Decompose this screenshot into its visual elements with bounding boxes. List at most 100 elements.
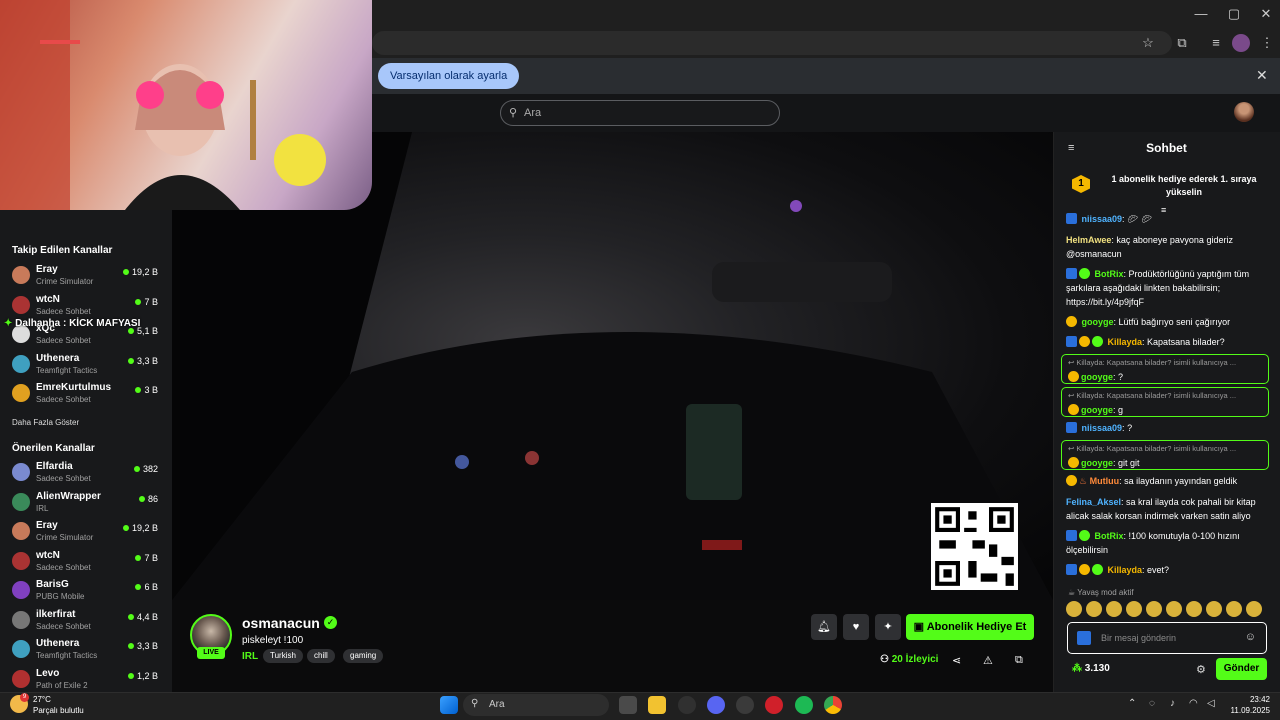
emote-icon[interactable] <box>1186 601 1202 617</box>
system-clock[interactable]: 23:42 11.09.2025 <box>1226 694 1270 716</box>
chat-username[interactable]: Killayda <box>1108 337 1143 347</box>
chrome-icon[interactable] <box>824 696 842 714</box>
channel-viewers: 3,3 B <box>127 641 158 651</box>
emote-icon[interactable] <box>1066 601 1082 617</box>
steam-icon[interactable] <box>678 696 696 714</box>
sub-badge-icon <box>1066 268 1077 279</box>
sub-badge-icon <box>1066 564 1077 575</box>
chat-username[interactable]: gooyge <box>1081 372 1113 382</box>
chat-username[interactable]: Felina_Aksel <box>1066 497 1121 507</box>
sparkle-button-icon[interactable]: ✦ <box>875 614 901 640</box>
app-tray-icon[interactable]: ◌ <box>1149 698 1155 709</box>
close-window-icon[interactable]: ✕ <box>1258 6 1274 22</box>
live-dot-icon <box>122 525 129 531</box>
channel-name: ilkerfirat <box>36 608 76 620</box>
emote-icon[interactable] <box>1166 601 1182 617</box>
emote-icon[interactable] <box>1146 601 1162 617</box>
microphone-icon[interactable]: ♪ <box>1170 698 1175 709</box>
pinned-gift-banner[interactable]: 1 1 abonelik hediye ederek 1. sıraya yük… <box>1060 164 1272 210</box>
set-default-button[interactable]: Varsayılan olarak ayarla <box>378 63 520 89</box>
show-more-link[interactable]: Daha Fazla Göster <box>12 418 79 427</box>
browser-menu-icon[interactable]: ⋮ <box>1258 34 1276 52</box>
sidebar-channel[interactable]: AlienWrapper IRL 86 <box>12 491 162 519</box>
weather-widget[interactable]: 27°C Parçalı bulutlu <box>33 694 84 716</box>
stream-tag[interactable]: chill <box>307 649 335 663</box>
task-view-icon[interactable] <box>619 696 637 714</box>
sidebar-channel[interactable]: Eray Crime Simulator 19,2 B <box>12 264 162 292</box>
wifi-icon[interactable]: ◠ <box>1189 698 1198 709</box>
notification-bell-icon[interactable]: 🔔︎ <box>811 614 837 640</box>
emote-icon[interactable] <box>1126 601 1142 617</box>
address-bar[interactable] <box>372 31 1172 55</box>
sub-badge-icon <box>1066 530 1077 541</box>
emote-icon[interactable] <box>1246 601 1262 617</box>
close-infobar-icon[interactable]: ✕ <box>1256 67 1268 84</box>
sidebar-channel[interactable]: wtcN Sadece Sohbet 7 B <box>12 550 162 578</box>
stream-tag[interactable]: gaming <box>343 649 384 663</box>
chat-message: gooyge: Lütfü bağırıyo seni çağırıyor <box>1066 315 1266 329</box>
search-input[interactable]: ⚲ Ara <box>500 100 780 126</box>
live-dot-icon <box>135 387 142 393</box>
emote-quick-bar[interactable] <box>1066 601 1270 617</box>
chat-message: HelmAwee: kaç aboneye pavyona gideriz @o… <box>1066 235 1233 259</box>
volume-icon[interactable]: ◁ <box>1207 698 1215 709</box>
profile-icon[interactable] <box>1232 34 1250 52</box>
chat-username[interactable]: Killayda <box>1108 565 1143 575</box>
stream-tag[interactable]: Turkish <box>263 649 303 663</box>
opera-icon[interactable] <box>765 696 783 714</box>
follow-heart-icon[interactable]: ♥ <box>843 614 869 640</box>
minimize-icon[interactable]: — <box>1193 6 1209 22</box>
send-button[interactable]: Gönder <box>1216 658 1267 680</box>
start-button-icon[interactable] <box>440 696 458 714</box>
emote-icon[interactable] <box>1106 601 1122 617</box>
discord-icon[interactable] <box>707 696 725 714</box>
sidebar-channel[interactable]: ilkerfirat Sadece Sohbet 4,4 B <box>12 609 162 637</box>
chat-title: Sohbet <box>1146 141 1187 155</box>
channel-viewers: 4,4 B <box>127 612 158 622</box>
emote-icon[interactable] <box>1206 601 1222 617</box>
chat-settings-icon[interactable]: ⚙ <box>1196 663 1206 676</box>
sidebar-channel[interactable]: Elfardia Sadece Sohbet 382 <box>12 461 162 489</box>
sidebar-channel[interactable]: Uthenera Teamfight Tactics 3,3 B <box>12 638 162 666</box>
chat-username[interactable]: gooyge <box>1081 405 1113 415</box>
chat-username[interactable]: HelmAwee <box>1066 235 1111 245</box>
user-avatar[interactable] <box>1234 102 1254 122</box>
taskbar-search[interactable]: ⚲ Ara <box>463 694 609 716</box>
chat-reply: ↩ Killayda: Kapatsana bilader? isimli ku… <box>1061 354 1269 384</box>
channel-points[interactable]: ⁂ 3.130 <box>1072 663 1110 674</box>
emote-icon[interactable] <box>1226 601 1242 617</box>
chat-username[interactable]: niissaa09 <box>1082 423 1123 433</box>
report-icon[interactable]: ⚠ <box>983 654 993 667</box>
chat-username[interactable]: BotRix <box>1095 269 1124 279</box>
sidebar-channel[interactable]: BarisG PUBG Mobile 6 B <box>12 579 162 607</box>
app-icon[interactable] <box>736 696 754 714</box>
emoji-picker-icon[interactable]: ☺ <box>1245 631 1256 643</box>
emote-icon[interactable] <box>1086 601 1102 617</box>
chat-input[interactable]: Bir mesaj gönderin ☺ <box>1067 622 1267 654</box>
chat-username[interactable]: Mutluu <box>1090 476 1120 486</box>
file-explorer-icon[interactable] <box>648 696 666 714</box>
qr-code <box>931 503 1018 590</box>
clip-icon[interactable]: ⧉ <box>1015 654 1023 667</box>
media-icon[interactable]: ≡ <box>1207 34 1225 52</box>
chat-username[interactable]: gooyge <box>1081 458 1113 468</box>
channel-name: BarisG <box>36 579 69 590</box>
channel-category: Sadece Sohbet <box>36 562 91 572</box>
maximize-icon[interactable]: ▢ <box>1226 6 1242 22</box>
gifter-badge-icon <box>1079 564 1090 575</box>
extensions-icon[interactable]: ⧉ <box>1173 34 1191 52</box>
sidebar-channel[interactable]: Eray Crime Simulator 19,2 B <box>12 520 162 548</box>
live-dot-icon <box>127 357 134 364</box>
sidebar-channel[interactable]: EmreKurtulmus Sadece Sohbet 3 B <box>12 382 162 410</box>
bookmark-star-icon[interactable]: ☆ <box>1139 34 1157 52</box>
category-link[interactable]: IRL <box>242 651 258 662</box>
chat-username[interactable]: niissaa09 <box>1082 214 1123 224</box>
share-icon[interactable]: ⋖ <box>952 654 961 667</box>
tray-overflow-icon[interactable]: ⌃ <box>1128 698 1136 709</box>
spotify-icon[interactable] <box>795 696 813 714</box>
chat-username[interactable]: gooyge <box>1082 317 1114 327</box>
chat-username[interactable]: BotRix <box>1095 531 1124 541</box>
sidebar-channel[interactable]: Uthenera Teamfight Tactics 3,3 B <box>12 353 162 381</box>
streamer-name[interactable]: osmanacun <box>242 615 320 631</box>
gift-subscription-button[interactable]: ▣ Abonelik Hediye Et <box>906 614 1034 640</box>
